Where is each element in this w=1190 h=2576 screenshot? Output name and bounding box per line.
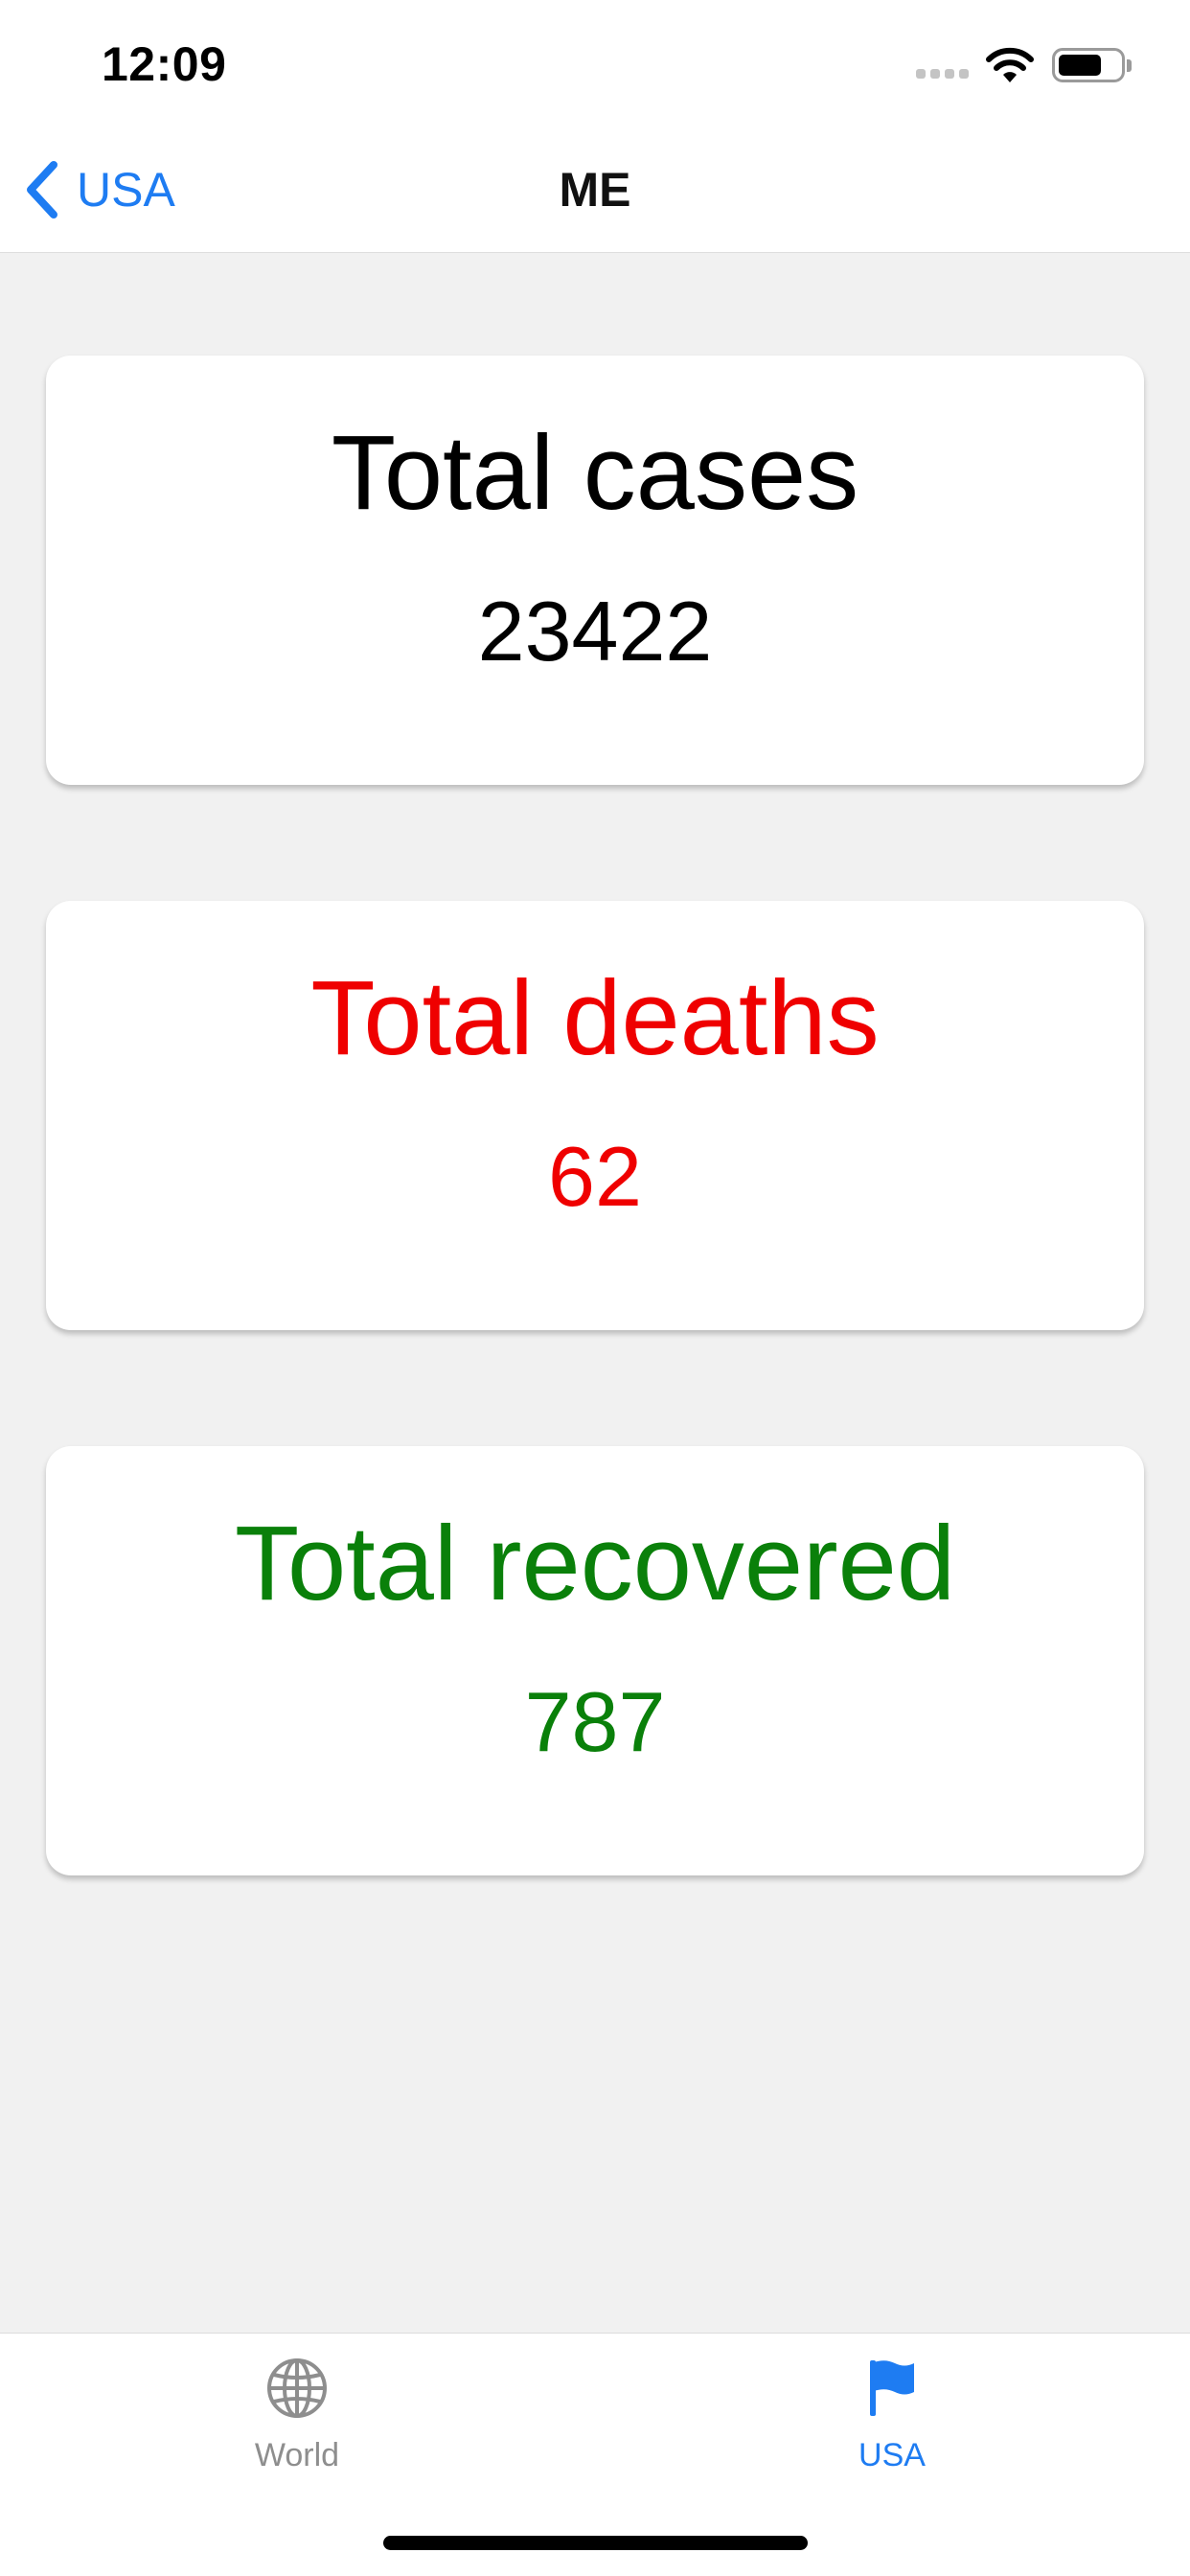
status-bar: 12:09 (0, 0, 1190, 126)
battery-tip (1127, 59, 1132, 72)
total-recovered-title: Total recovered (234, 1505, 956, 1622)
total-cases-card: Total cases 23422 (46, 356, 1144, 785)
total-deaths-title: Total deaths (310, 959, 880, 1077)
total-cases-title: Total cases (331, 414, 859, 532)
total-deaths-card: Total deaths 62 (46, 901, 1144, 1330)
globe-icon (267, 2358, 327, 2418)
total-deaths-value: 62 (548, 1129, 642, 1224)
total-recovered-card: Total recovered 787 (46, 1446, 1144, 1875)
battery-icon (1052, 48, 1125, 82)
tab-usa[interactable]: USA (748, 2347, 1036, 2510)
cellular-signal-icon (916, 69, 970, 80)
navigation-bar: USA ME (0, 126, 1190, 253)
total-cases-value: 23422 (477, 584, 713, 678)
battery-level (1059, 55, 1101, 76)
flag-icon (870, 2360, 914, 2416)
tab-usa-label: USA (858, 2437, 926, 2473)
page-title: ME (559, 163, 631, 217)
status-time: 12:09 (102, 37, 227, 91)
total-recovered-value: 787 (524, 1674, 666, 1769)
home-indicator[interactable] (383, 2536, 808, 2550)
tab-world[interactable]: World (153, 2347, 441, 2510)
tab-world-label: World (254, 2437, 340, 2473)
wifi-icon (986, 47, 1034, 82)
